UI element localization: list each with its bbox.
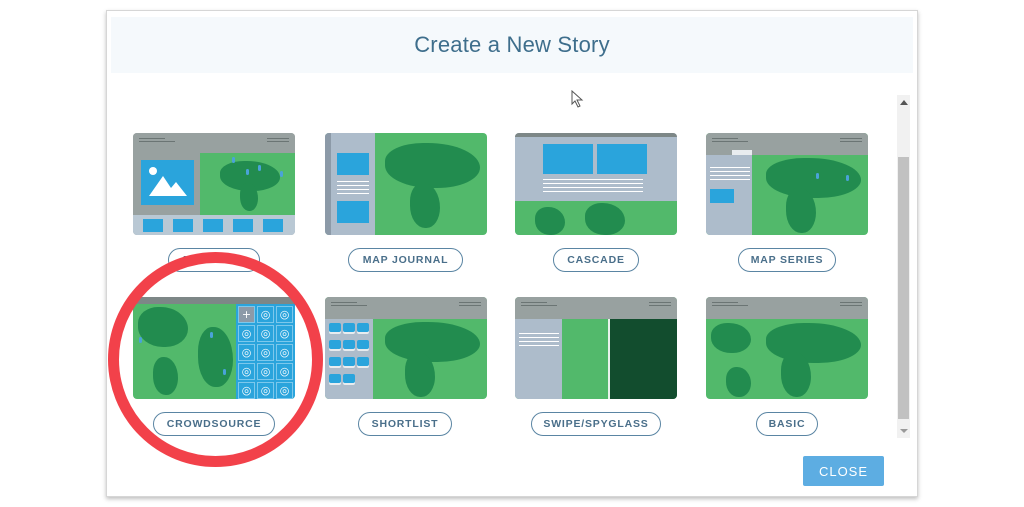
shortlist-item-icon [357,323,369,332]
scrollbar[interactable] [897,95,910,438]
camera-icon: ◎ [238,363,255,380]
swipe-spyglass-thumbnail[interactable] [515,297,677,399]
map-series-thumbnail[interactable] [706,133,868,235]
camera-icon: ◎ [257,306,274,323]
shortlist-thumbnail[interactable] [325,297,487,399]
swipe-spyglass-button[interactable]: SWIPE/SPYGLASS [531,412,661,436]
camera-icon: ◎ [238,382,255,399]
camera-icon: ◎ [276,344,293,361]
dialog-title: Create a New Story [414,32,610,57]
scroll-down-arrow-icon[interactable] [900,429,908,433]
map-tour-button[interactable]: MAP TOUR [168,248,260,272]
map-journal-thumbnail[interactable] [325,133,487,235]
shortlist-item-icon [343,323,355,332]
crowdsource-button[interactable]: CROWDSOURCE [153,412,275,436]
camera-icon: ◎ [276,382,293,399]
close-button[interactable]: CLOSE [803,456,884,486]
camera-icon: ◎ [276,363,293,380]
scroll-up-arrow-icon[interactable] [900,100,908,105]
scrollbar-thumb[interactable] [898,157,909,419]
camera-icon: ◎ [238,325,255,342]
map-series-button[interactable]: MAP SERIES [738,248,836,272]
shortlist-item-icon [343,357,355,366]
camera-icon: ◎ [257,325,274,342]
map-journal-button[interactable]: MAP JOURNAL [348,248,463,272]
cascade-thumbnail[interactable] [515,133,677,235]
basic-button[interactable]: BASIC [756,412,818,436]
camera-icon: ◎ [276,306,293,323]
crowdsource-thumbnail[interactable]: + ◎ ◎ ◎ ◎ ◎ ◎ ◎ ◎ ◎ ◎ ◎ ◎ ◎ ◎ [133,297,295,399]
image-placeholder-icon [141,160,194,205]
shortlist-item-icon [357,357,369,366]
map-tour-thumbnail[interactable] [133,133,295,235]
shortlist-button[interactable]: SHORTLIST [358,412,452,436]
dialog-header: Create a New Story [111,17,913,73]
shortlist-item-icon [329,374,341,383]
shortlist-item-icon [357,340,369,349]
shortlist-item-icon [343,374,355,383]
shortlist-item-icon [329,340,341,349]
camera-icon: ◎ [257,344,274,361]
camera-icon: ◎ [257,382,274,399]
add-photo-icon: + [238,306,255,323]
camera-icon: ◎ [257,363,274,380]
shortlist-item-icon [329,323,341,332]
camera-icon: ◎ [238,344,255,361]
mouse-cursor-icon [571,90,584,108]
basic-thumbnail[interactable] [706,297,868,399]
shortlist-item-icon [343,340,355,349]
shortlist-item-icon [329,357,341,366]
cascade-button[interactable]: CASCADE [553,248,639,272]
camera-icon: ◎ [276,325,293,342]
